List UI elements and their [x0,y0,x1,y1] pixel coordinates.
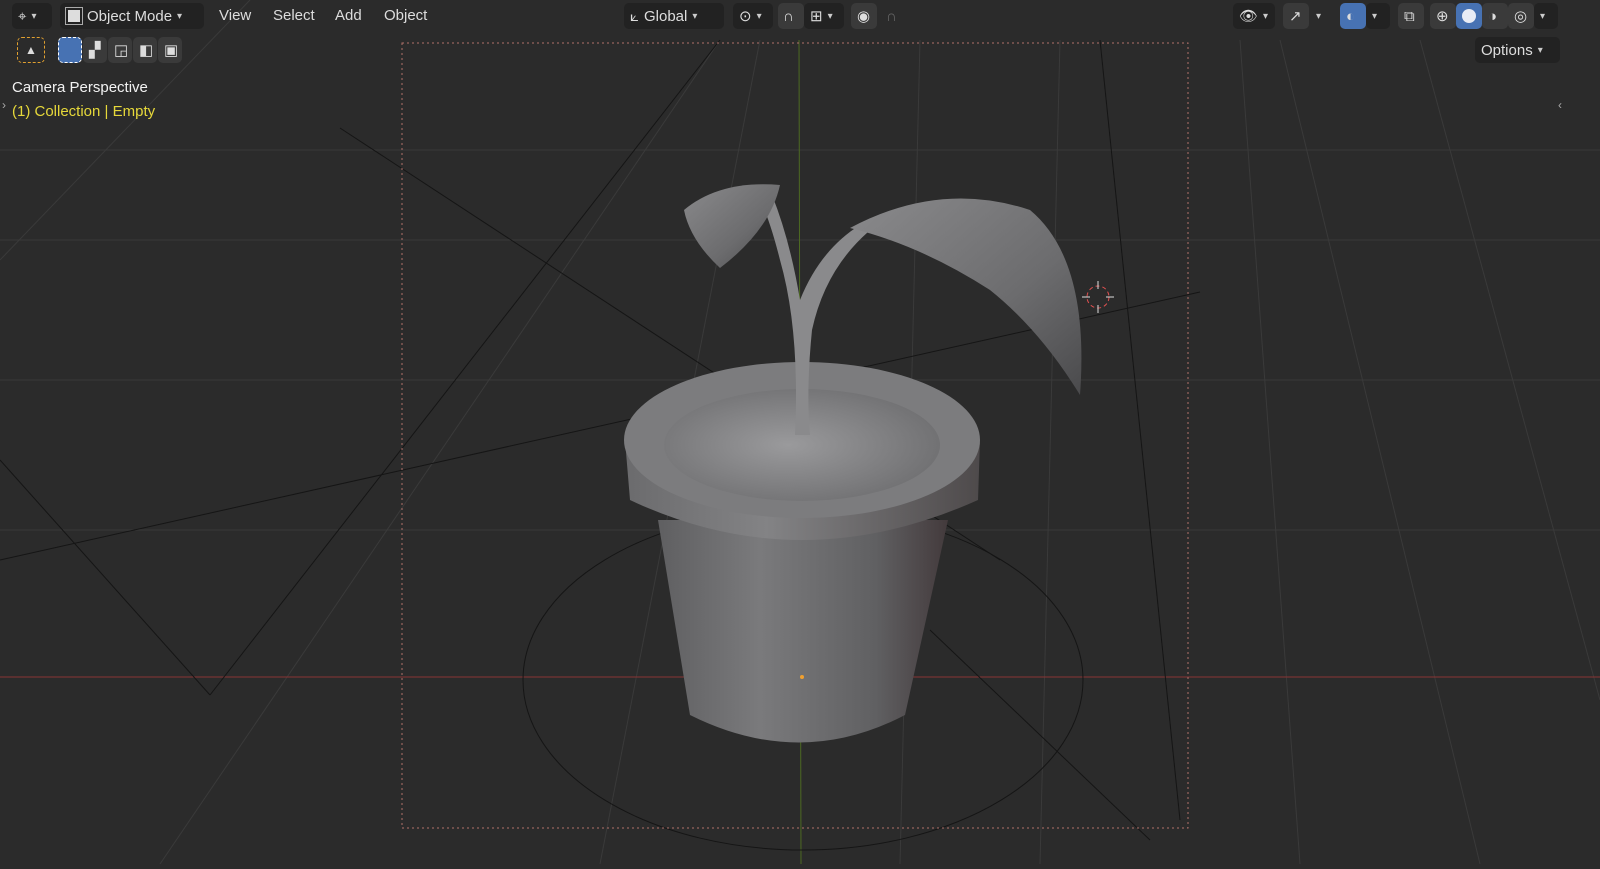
snap-target-dropdown[interactable]: ⊞ ▾ [804,3,844,29]
shading-wireframe[interactable]: ⊕ [1430,3,1456,29]
eye-icon: 👁 [1239,8,1259,25]
viewport-scene [0,0,1600,865]
view-name: Camera Perspective [12,79,148,96]
select-mode-invert[interactable]: ◧ [133,37,157,63]
menu-object[interactable]: Object [384,7,427,24]
select-mode-new[interactable] [58,37,82,63]
shading-dropdown[interactable]: ▾ [1534,3,1558,29]
pivot-point-dropdown[interactable]: ⊙ ▾ [733,3,773,29]
object-origin [800,675,804,679]
chevron-down-icon: ▾ [31,10,37,22]
chevron-down-icon: ▾ [1372,10,1378,22]
select-intersect-icon: ▣ [164,42,179,59]
magnet-icon: ∩ [783,7,794,25]
collection-info: (1) Collection | Empty [12,103,156,120]
visibility-dropdown[interactable]: 👁 ▾ [1233,3,1275,29]
shading-material[interactable]: ◑ [1482,3,1508,29]
proportional-editing-toggle[interactable]: ◉ [851,3,877,29]
xray-toggle[interactable]: ⧉ [1398,3,1424,29]
gizmo-toggle[interactable]: ↗ [1283,3,1309,29]
mode-dropdown[interactable]: Object Mode ▾ [60,3,204,29]
chevron-down-icon: ▾ [827,10,833,22]
falloff-dropdown[interactable]: ∩ [880,3,916,29]
mode-label: Object Mode [87,7,173,25]
select-mode-subtract[interactable]: ◲ [108,37,132,63]
select-mode-intersect[interactable]: ▣ [158,37,182,63]
object-mode-icon [65,7,83,25]
cursor-arrow-icon: ▲ [25,43,37,57]
transform-orientation-dropdown[interactable]: ⟀ Global ▾ [624,3,724,29]
select-invert-icon: ◧ [139,42,154,59]
editor-type-button[interactable]: ⌖ ▾ [12,3,52,29]
menu-select[interactable]: Select [273,7,315,24]
select-subtract-icon: ◲ [114,42,129,59]
3d-cursor [1086,285,1110,309]
snap-toggle[interactable]: ∩ [778,3,804,29]
plant-pot-model [624,184,1082,743]
light-lines [0,39,1201,851]
chevron-down-icon: ▾ [1537,44,1543,56]
proportional-icon: ◉ [857,8,871,25]
overlays-icon: ◐ [1346,7,1356,25]
menu-add[interactable]: Add [335,7,362,24]
3d-viewport[interactable]: ⌖ ▾ Object Mode ▾ View Select Add Object … [0,0,1600,865]
overlays-dropdown[interactable]: ▾ [1366,3,1390,29]
select-extend-icon: ▞ [89,42,101,59]
chevron-down-icon: ▾ [692,10,698,22]
snap-increment-icon: ⊞ [810,8,823,25]
chevron-down-icon: ▾ [756,10,762,22]
chevron-down-icon: ▾ [1540,10,1546,22]
select-mode-extend[interactable]: ▞ [83,37,107,63]
xray-icon: ⧉ [1404,7,1415,25]
orientation-label: Global [644,7,688,25]
falloff-curve-icon: ∩ [886,7,897,25]
gizmo-icon: ↗ [1289,8,1302,25]
viewport-editor-icon: ⌖ [18,7,27,25]
shading-rendered[interactable]: ◎ [1508,3,1534,29]
chevron-down-icon: ▾ [177,10,183,22]
select-tool-button[interactable]: ▲ [17,37,45,63]
shading-solid[interactable] [1456,3,1482,29]
toolbar-expand-icon[interactable]: › [2,98,6,112]
menu-view[interactable]: View [219,7,251,24]
orientation-axes-icon: ⟀ [630,7,639,25]
gizmo-dropdown[interactable]: ▾ [1310,3,1330,29]
chevron-down-icon: ▾ [1316,10,1322,22]
sidebar-expand-icon[interactable]: ‹ [1558,98,1562,112]
options-label: Options [1481,41,1533,59]
solid-sphere-icon [1462,9,1476,23]
pivot-icon: ⊙ [739,8,752,25]
options-dropdown[interactable]: Options ▾ [1475,37,1560,63]
overlays-toggle[interactable]: ◐ [1340,3,1366,29]
wireframe-sphere-icon: ⊕ [1436,8,1449,25]
rendered-sphere-icon: ◎ [1514,8,1528,25]
chevron-down-icon: ▾ [1263,10,1269,22]
material-sphere-icon: ◑ [1488,7,1498,25]
